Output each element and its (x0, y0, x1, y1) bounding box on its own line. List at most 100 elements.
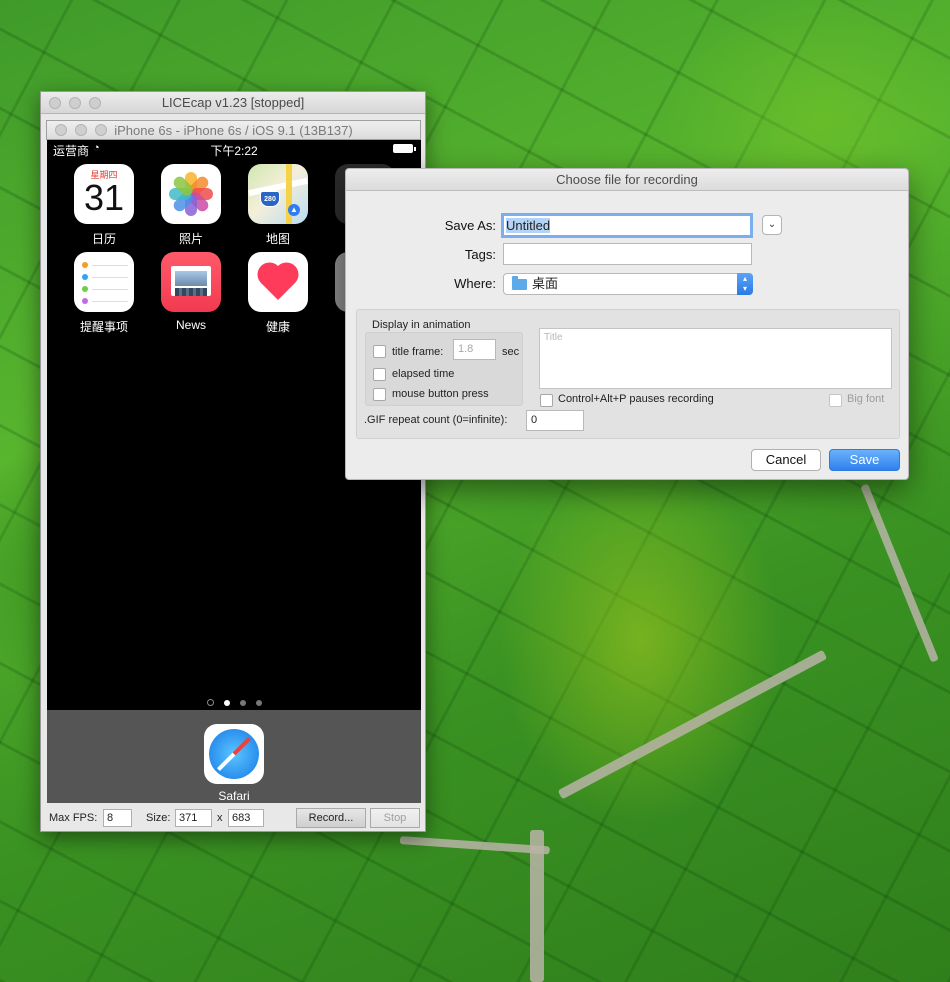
reminder-row (82, 262, 128, 268)
max-fps-input[interactable]: 8 (103, 809, 132, 827)
licecap-window-title: LICEcap v1.23 [stopped] (161, 95, 305, 110)
newspaper-icon (171, 266, 211, 296)
reminder-row (82, 298, 128, 304)
mouse-button-checkbox[interactable] (373, 388, 386, 401)
window-controls (49, 97, 101, 109)
spotlight-search-icon[interactable] (206, 699, 214, 706)
height-input[interactable]: 683 (228, 809, 264, 827)
dock: Safari (47, 710, 421, 803)
simulator-title: iPhone 6s - iPhone 6s / iOS 9.1 (13B137) (114, 123, 353, 138)
title-frame-checkbox[interactable] (373, 345, 386, 358)
app-reminders[interactable]: 提醒事项 (66, 252, 142, 335)
gif-repeat-label: .GIF repeat count (0=infinite): (364, 414, 508, 426)
save-as-field[interactable]: Untitled (501, 213, 753, 238)
simulator-close-button[interactable] (55, 124, 67, 136)
app-label: 照片 (178, 232, 203, 246)
up-down-chevron-icon: ▴ ▾ (737, 273, 753, 295)
seconds-label: sec (502, 346, 520, 358)
display-group-title: Display in animation (372, 319, 471, 331)
tags-label: Tags: (464, 247, 496, 262)
simulator-zoom-button[interactable] (95, 124, 107, 136)
big-font-checkbox[interactable] (829, 394, 842, 407)
calendar-icon: 星期四 31 (74, 164, 134, 224)
where-label: Where: (454, 276, 496, 291)
news-icon (161, 252, 221, 312)
location-arrow-icon: ▲ (288, 204, 300, 216)
app-label: 健康 (265, 320, 290, 334)
maps-icon: 280 ▲ (248, 164, 308, 224)
page-indicator (47, 699, 421, 706)
app-health[interactable]: 健康 (240, 252, 316, 335)
safari-compass-icon (204, 724, 264, 784)
elapsed-time-checkbox[interactable] (373, 368, 386, 381)
reminder-line (92, 277, 128, 278)
status-bar: 运营商 ◔ 下午2:22 (47, 140, 421, 158)
title-textarea[interactable]: Title (539, 328, 892, 389)
reminder-line (92, 265, 128, 266)
simulator-minimize-button[interactable] (75, 124, 87, 136)
width-input[interactable]: 371 (175, 809, 212, 827)
app-label: Safari (218, 789, 250, 803)
tags-field[interactable] (503, 243, 752, 265)
reminder-dot (82, 298, 88, 304)
page-dot[interactable] (255, 700, 262, 706)
app-label: 地图 (265, 232, 290, 246)
calendar-date: 31 (83, 177, 125, 218)
display-options-group: title frame: 1.8 sec elapsed time mouse … (365, 332, 523, 406)
size-label: Size: (146, 812, 171, 824)
app-label: News (175, 318, 206, 332)
simulator-window-controls (55, 124, 107, 136)
health-icon (248, 252, 308, 312)
app-safari[interactable]: Safari (196, 724, 272, 803)
battery-icon (393, 144, 416, 153)
reminder-line (92, 301, 128, 302)
elapsed-time-label: elapsed time (392, 368, 455, 380)
dialog-title: Choose file for recording (346, 169, 908, 191)
simulator-titlebar[interactable]: iPhone 6s - iPhone 6s / iOS 9.1 (13B137) (46, 120, 421, 140)
max-fps-label: Max FPS: (49, 812, 98, 824)
page-dot[interactable] (223, 700, 230, 706)
app-calendar[interactable]: 星期四 31 日历 (66, 164, 142, 247)
reminder-dot (82, 262, 88, 268)
photos-icon (161, 164, 221, 224)
gif-repeat-input[interactable]: 0 (526, 410, 584, 431)
app-maps[interactable]: 280 ▲ 地图 (240, 164, 316, 247)
reminder-dot (82, 286, 88, 292)
close-window-button[interactable] (49, 97, 61, 109)
wallpaper-road (860, 483, 939, 663)
heart-icon (261, 266, 295, 300)
licecap-titlebar[interactable]: LICEcap v1.23 [stopped] (41, 92, 425, 114)
title-frame-seconds-input[interactable]: 1.8 (453, 339, 496, 360)
save-button[interactable]: Save (829, 449, 900, 471)
size-times-label: x (217, 812, 223, 824)
news-skyline (175, 288, 207, 296)
reminder-row (82, 286, 128, 292)
pause-hotkey-label: Control+Alt+P pauses recording (558, 393, 714, 405)
news-picture (175, 271, 207, 286)
save-dialog: Choose file for recording Save As: Untit… (345, 168, 909, 480)
status-time: 下午2:22 (210, 144, 258, 158)
app-news[interactable]: News (153, 252, 229, 332)
licecap-controls: Max FPS: 8 Size: 371 x 683 Record... Sto… (41, 808, 425, 828)
expand-dialog-button[interactable]: ⌄ (762, 215, 782, 235)
app-label: 提醒事项 (79, 320, 128, 334)
reminders-icon (74, 252, 134, 312)
reminder-line (92, 289, 128, 290)
highway-shield-icon: 280 (260, 191, 280, 207)
save-as-label: Save As: (444, 218, 496, 233)
cancel-button[interactable]: Cancel (751, 449, 821, 471)
minimize-window-button[interactable] (69, 97, 81, 109)
folder-icon (512, 276, 527, 290)
reminder-row (82, 274, 128, 280)
title-frame-label: title frame: (392, 346, 444, 358)
page-dot[interactable] (239, 700, 246, 706)
app-photos[interactable]: 照片 (153, 164, 229, 247)
stop-button[interactable]: Stop (370, 808, 420, 828)
pause-hotkey-checkbox[interactable] (540, 394, 553, 407)
zoom-window-button[interactable] (89, 97, 101, 109)
where-value: 桌面 (532, 276, 559, 291)
where-select[interactable]: 桌面 ▴ ▾ (503, 273, 753, 295)
record-button[interactable]: Record... (296, 808, 366, 828)
app-label: 日历 (91, 232, 116, 246)
wallpaper-road (399, 836, 550, 855)
